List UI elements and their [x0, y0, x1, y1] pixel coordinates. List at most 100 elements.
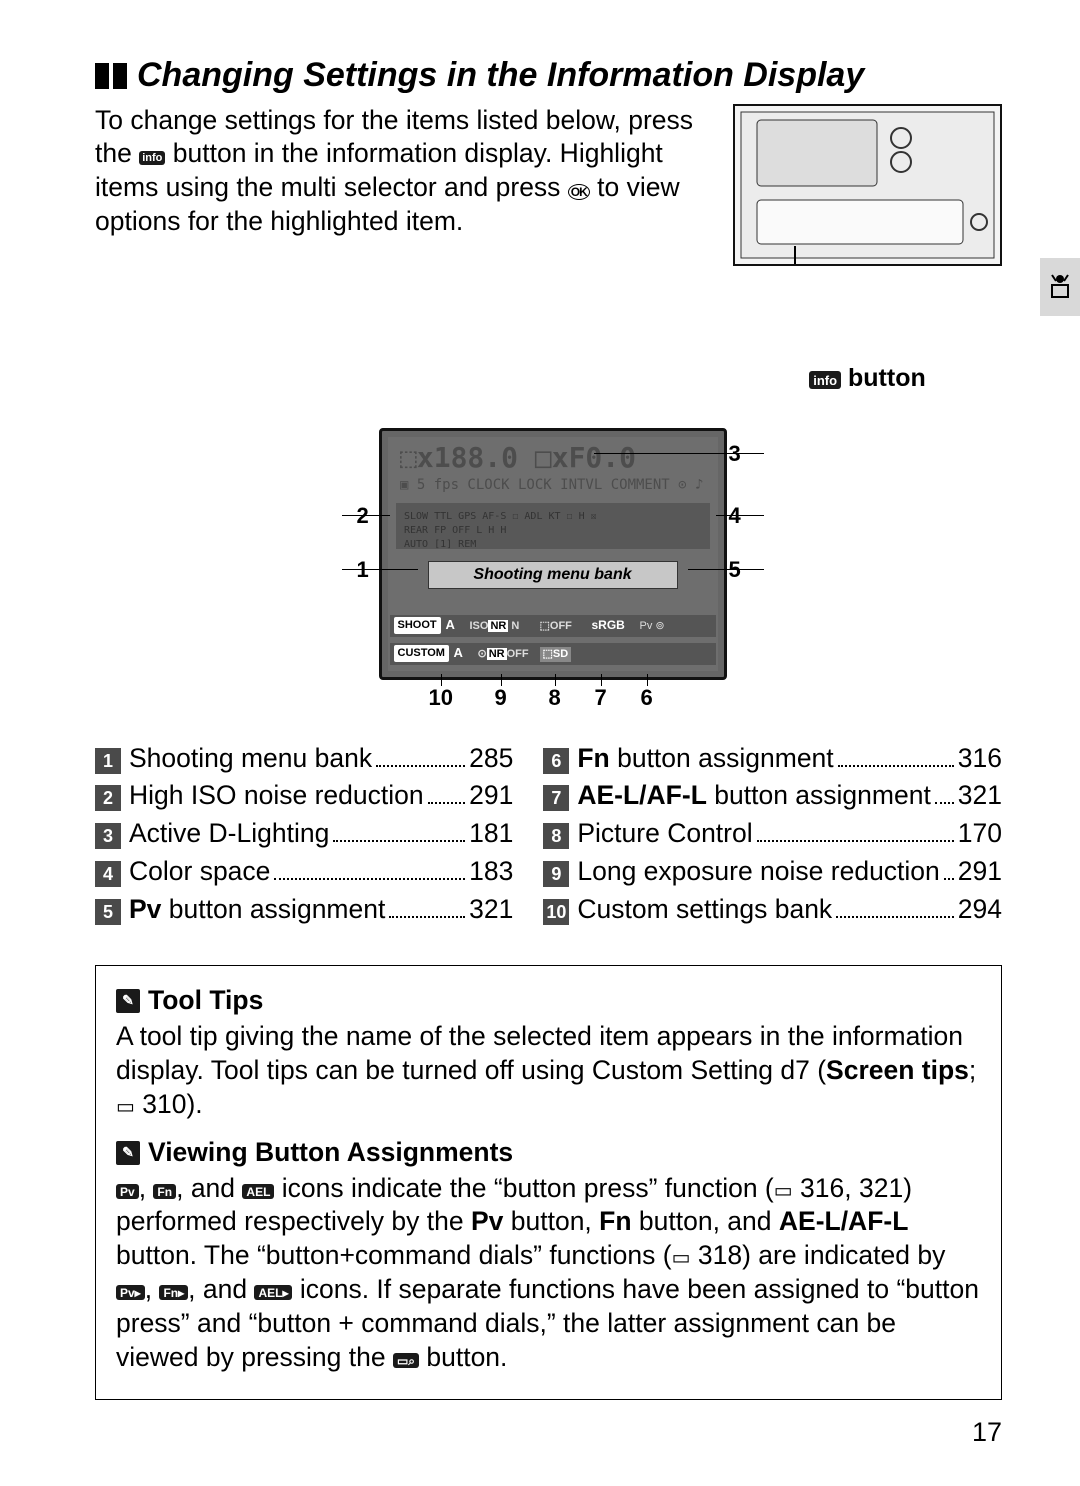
vba-body: Pv, Fn, and AEL icons indicate the “butt… — [116, 1172, 981, 1375]
lcd-shoot-pv: Pv ⊚ — [640, 619, 665, 633]
legend-label: Fn button assignment — [577, 742, 833, 776]
legend-index: 8 — [543, 823, 569, 849]
legend-item: 10 Custom settings bank 294 — [543, 893, 1002, 927]
intro-row: To change settings for the items listed … — [95, 104, 1002, 394]
vba-a: , — [139, 1173, 154, 1203]
legend-dots — [944, 878, 954, 880]
tool-tips-body: A tool tip giving the name of the select… — [116, 1020, 981, 1122]
info-icon: info — [809, 371, 841, 389]
ael-chip-icon: AEL — [242, 1184, 274, 1199]
ok-icon: OK — [568, 184, 590, 200]
legend-page: 291 — [958, 855, 1002, 889]
tool-tips-heading: ✎ Tool Tips — [116, 984, 981, 1018]
lcd-shoot-a: A — [446, 617, 455, 634]
intro-text: To change settings for the items listed … — [95, 104, 715, 240]
vba-g: , — [145, 1274, 160, 1304]
book-icon: ▭ — [774, 1179, 793, 1205]
legend-label: Shooting menu bank — [129, 742, 372, 776]
legend-index: 5 — [95, 899, 121, 925]
svg-text:SLOW TTL GPS AF-S ☐ ADL KT: SLOW TTL GPS AF-S ☐ ADL KT ☐ H ☒ — [404, 511, 597, 522]
callout-4: 4 — [729, 502, 741, 530]
callout-10: 10 — [429, 684, 453, 712]
svg-text:⬚x188.0 □xF0.0: ⬚x188.0 □xF0.0 — [400, 441, 636, 474]
camera-illustration — [733, 104, 1002, 266]
lcd-custom-nr: ⊙NROFF — [478, 647, 529, 661]
vba-pages2: 318) are indicated by — [691, 1240, 946, 1270]
lcd-shoot-chip: SHOOT — [394, 617, 441, 633]
tip-box: ✎ Tool Tips A tool tip giving the name o… — [95, 965, 1002, 1400]
display-diagram: ⬚x188.0 □xF0.0 ▣ 5 fps CLOCK LOCK INTVL … — [189, 428, 909, 720]
lcd-shoot-srgb: sRGB — [592, 618, 625, 633]
legend-item: 6Fn button assignment316 — [543, 742, 1002, 776]
legend-label: Custom settings bank — [577, 893, 832, 927]
lcd-svg: ⬚x188.0 □xF0.0 ▣ 5 fps CLOCK LOCK INTVL … — [382, 431, 724, 677]
legend-left-col: 1Shooting menu bank2852High ISO noise re… — [95, 742, 513, 932]
legend-item: 8 Picture Control170 — [543, 817, 1002, 851]
legend-text: Color space183 — [129, 855, 513, 889]
svg-text:AUTO [1] REM: AUTO [1] REM — [404, 539, 476, 550]
legend-index: 4 — [95, 861, 121, 887]
legend-index: 1 — [95, 748, 121, 774]
legend-item: 3 Active D-Lighting181 — [95, 817, 513, 851]
tick-9 — [501, 674, 503, 686]
vba-e: button, and — [632, 1206, 779, 1236]
callout-1: 1 — [357, 556, 369, 584]
legend-dots — [274, 878, 465, 880]
callout-2: 2 — [357, 502, 369, 530]
legend-page: 294 — [958, 893, 1002, 927]
vba-fn: Fn — [599, 1206, 631, 1236]
svg-text:▣ 5 fps CLOCK LOCK INTVL C: ▣ 5 fps CLOCK LOCK INTVL COMMENT ⊙ ♪ — [400, 477, 703, 493]
legend-label: Long exposure noise reduction — [577, 855, 939, 889]
lcd-shoot-iso: ISONR N — [470, 619, 520, 633]
svg-text:REAR FP OFF L H H: REAR FP OFF L H H — [404, 525, 506, 536]
heading-bars-icon — [95, 63, 127, 89]
callout-5: 5 — [729, 556, 741, 584]
vba-ael: AE-L/AF-L — [779, 1206, 909, 1236]
pv-chip-icon: Pv — [116, 1184, 139, 1199]
legend-label: Pv button assignment — [129, 893, 385, 927]
lcd-custom-chip: CUSTOM — [394, 645, 449, 661]
legend-page: 291 — [469, 779, 513, 813]
heading-text: Changing Settings in the Information Dis… — [137, 54, 864, 98]
fn-chip-icon: Fn — [153, 1184, 176, 1199]
legend-text: Picture Control170 — [577, 817, 1002, 851]
tick-10 — [441, 674, 443, 686]
tt-body-b: ; — [969, 1055, 976, 1085]
legend-label: Active D-Lighting — [129, 817, 329, 851]
vba-c: icons indicate the “button press” functi… — [274, 1173, 773, 1203]
legend-dots — [376, 765, 465, 767]
legend-right-col: 6Fn button assignment316 7 AE-L/AF-L butto… — [543, 742, 1002, 932]
callout-8: 8 — [549, 684, 561, 712]
tt-bold: Screen tips — [826, 1055, 969, 1085]
tab-icon — [1048, 271, 1072, 303]
legend-text: AE-L/AF-L button assignment321 — [577, 779, 1002, 813]
legend-label: AE-L/AF-L button assignment — [577, 779, 930, 813]
callout-3: 3 — [729, 440, 741, 468]
pencil-icon: ✎ — [116, 1141, 140, 1165]
camera-caption: info button — [733, 362, 1002, 394]
tick-7 — [601, 674, 603, 686]
legend-index: 2 — [95, 785, 121, 811]
legend-index: 7 — [543, 785, 569, 811]
manual-page: Changing Settings in the Information Dis… — [0, 0, 1080, 1486]
ael-dial-icon: AEL▸ — [254, 1285, 292, 1300]
callout-6: 6 — [641, 684, 653, 712]
legend-index: 3 — [95, 823, 121, 849]
vba-j: button. — [419, 1342, 507, 1372]
vba-head-text: Viewing Button Assignments — [148, 1136, 513, 1170]
legend-text: Active D-Lighting181 — [129, 817, 513, 851]
info-icon: info — [139, 151, 165, 165]
legend-item: 1Shooting menu bank285 — [95, 742, 513, 776]
legend-item: 4 Color space183 — [95, 855, 513, 889]
legend-text: Custom settings bank 294 — [577, 893, 1002, 927]
legend-dots — [389, 916, 465, 918]
legend-dots — [428, 802, 466, 804]
legend-text: Pv button assignment 321 — [129, 893, 513, 927]
legend-label: Picture Control — [577, 817, 752, 851]
legend-label: Color space — [129, 855, 270, 889]
legend-index: 9 — [543, 861, 569, 887]
vba-heading: ✎ Viewing Button Assignments — [116, 1136, 981, 1170]
book-icon: ▭ — [672, 1246, 691, 1272]
lcd-panel: ⬚x188.0 □xF0.0 ▣ 5 fps CLOCK LOCK INTVL … — [379, 428, 727, 680]
legend-index: 10 — [543, 899, 569, 925]
